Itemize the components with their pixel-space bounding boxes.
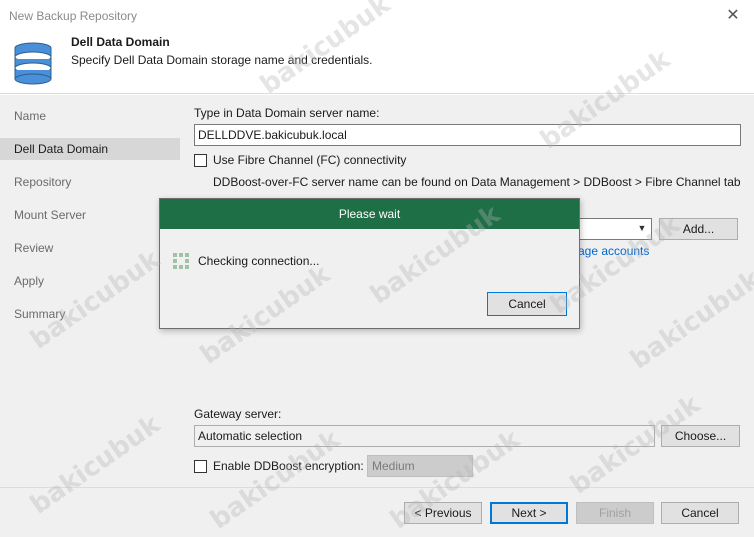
- dialog-title: Please wait: [160, 199, 579, 229]
- gateway-server-field: Automatic selection: [194, 425, 655, 447]
- fibre-channel-checkbox[interactable]: [194, 154, 207, 167]
- sidebar-item-summary[interactable]: Summary: [0, 303, 180, 325]
- window-title: New Backup Repository: [9, 9, 138, 23]
- wizard-header: Dell Data Domain Specify Dell Data Domai…: [0, 32, 754, 94]
- encryption-checkbox[interactable]: [194, 460, 207, 473]
- spinner-icon: [173, 253, 189, 269]
- close-icon[interactable]: ✕: [712, 0, 754, 32]
- server-name-input[interactable]: DELLDDVE.bakicubuk.local: [194, 124, 741, 146]
- sidebar-item-repository[interactable]: Repository: [0, 171, 180, 193]
- sidebar-item-review[interactable]: Review: [0, 237, 180, 259]
- dialog-cancel-button[interactable]: Cancel: [487, 292, 567, 316]
- encryption-label: Enable DDBoost encryption:: [213, 459, 364, 473]
- gateway-server-label: Gateway server:: [194, 407, 282, 421]
- cancel-button[interactable]: Cancel: [661, 502, 739, 524]
- wizard-steps-sidebar: Name Dell Data Domain Repository Mount S…: [0, 95, 180, 487]
- encryption-level-value: Medium: [372, 459, 415, 473]
- title-bar: New Backup Repository ✕: [0, 0, 754, 32]
- manage-accounts-link[interactable]: age accounts: [578, 244, 649, 258]
- sidebar-item-dell-data-domain[interactable]: Dell Data Domain: [0, 138, 180, 160]
- page-title: Dell Data Domain: [71, 35, 170, 49]
- encryption-level-dropdown: Medium: [367, 455, 473, 477]
- next-button[interactable]: Next >: [490, 502, 568, 524]
- fc-hint-text: DDBoost-over-FC server name can be found…: [213, 175, 741, 189]
- database-icon: [14, 42, 52, 85]
- sidebar-item-apply[interactable]: Apply: [0, 270, 180, 292]
- chevron-down-icon: ▼: [637, 223, 647, 233]
- sidebar-item-name[interactable]: Name: [0, 105, 180, 127]
- dialog-message: Checking connection...: [198, 254, 320, 268]
- choose-gateway-button[interactable]: Choose...: [661, 425, 740, 447]
- page-subtitle: Specify Dell Data Domain storage name an…: [71, 53, 373, 67]
- sidebar-item-mount-server[interactable]: Mount Server: [0, 204, 180, 226]
- fibre-channel-label: Use Fibre Channel (FC) connectivity: [213, 153, 407, 167]
- add-credentials-button[interactable]: Add...: [659, 218, 738, 240]
- finish-button: Finish: [576, 502, 654, 524]
- please-wait-dialog: Please wait Checking connection... Cance…: [159, 198, 580, 329]
- wizard-footer: < Previous Next > Finish Cancel: [0, 487, 754, 537]
- server-name-label: Type in Data Domain server name:: [194, 106, 380, 120]
- previous-button[interactable]: < Previous: [404, 502, 482, 524]
